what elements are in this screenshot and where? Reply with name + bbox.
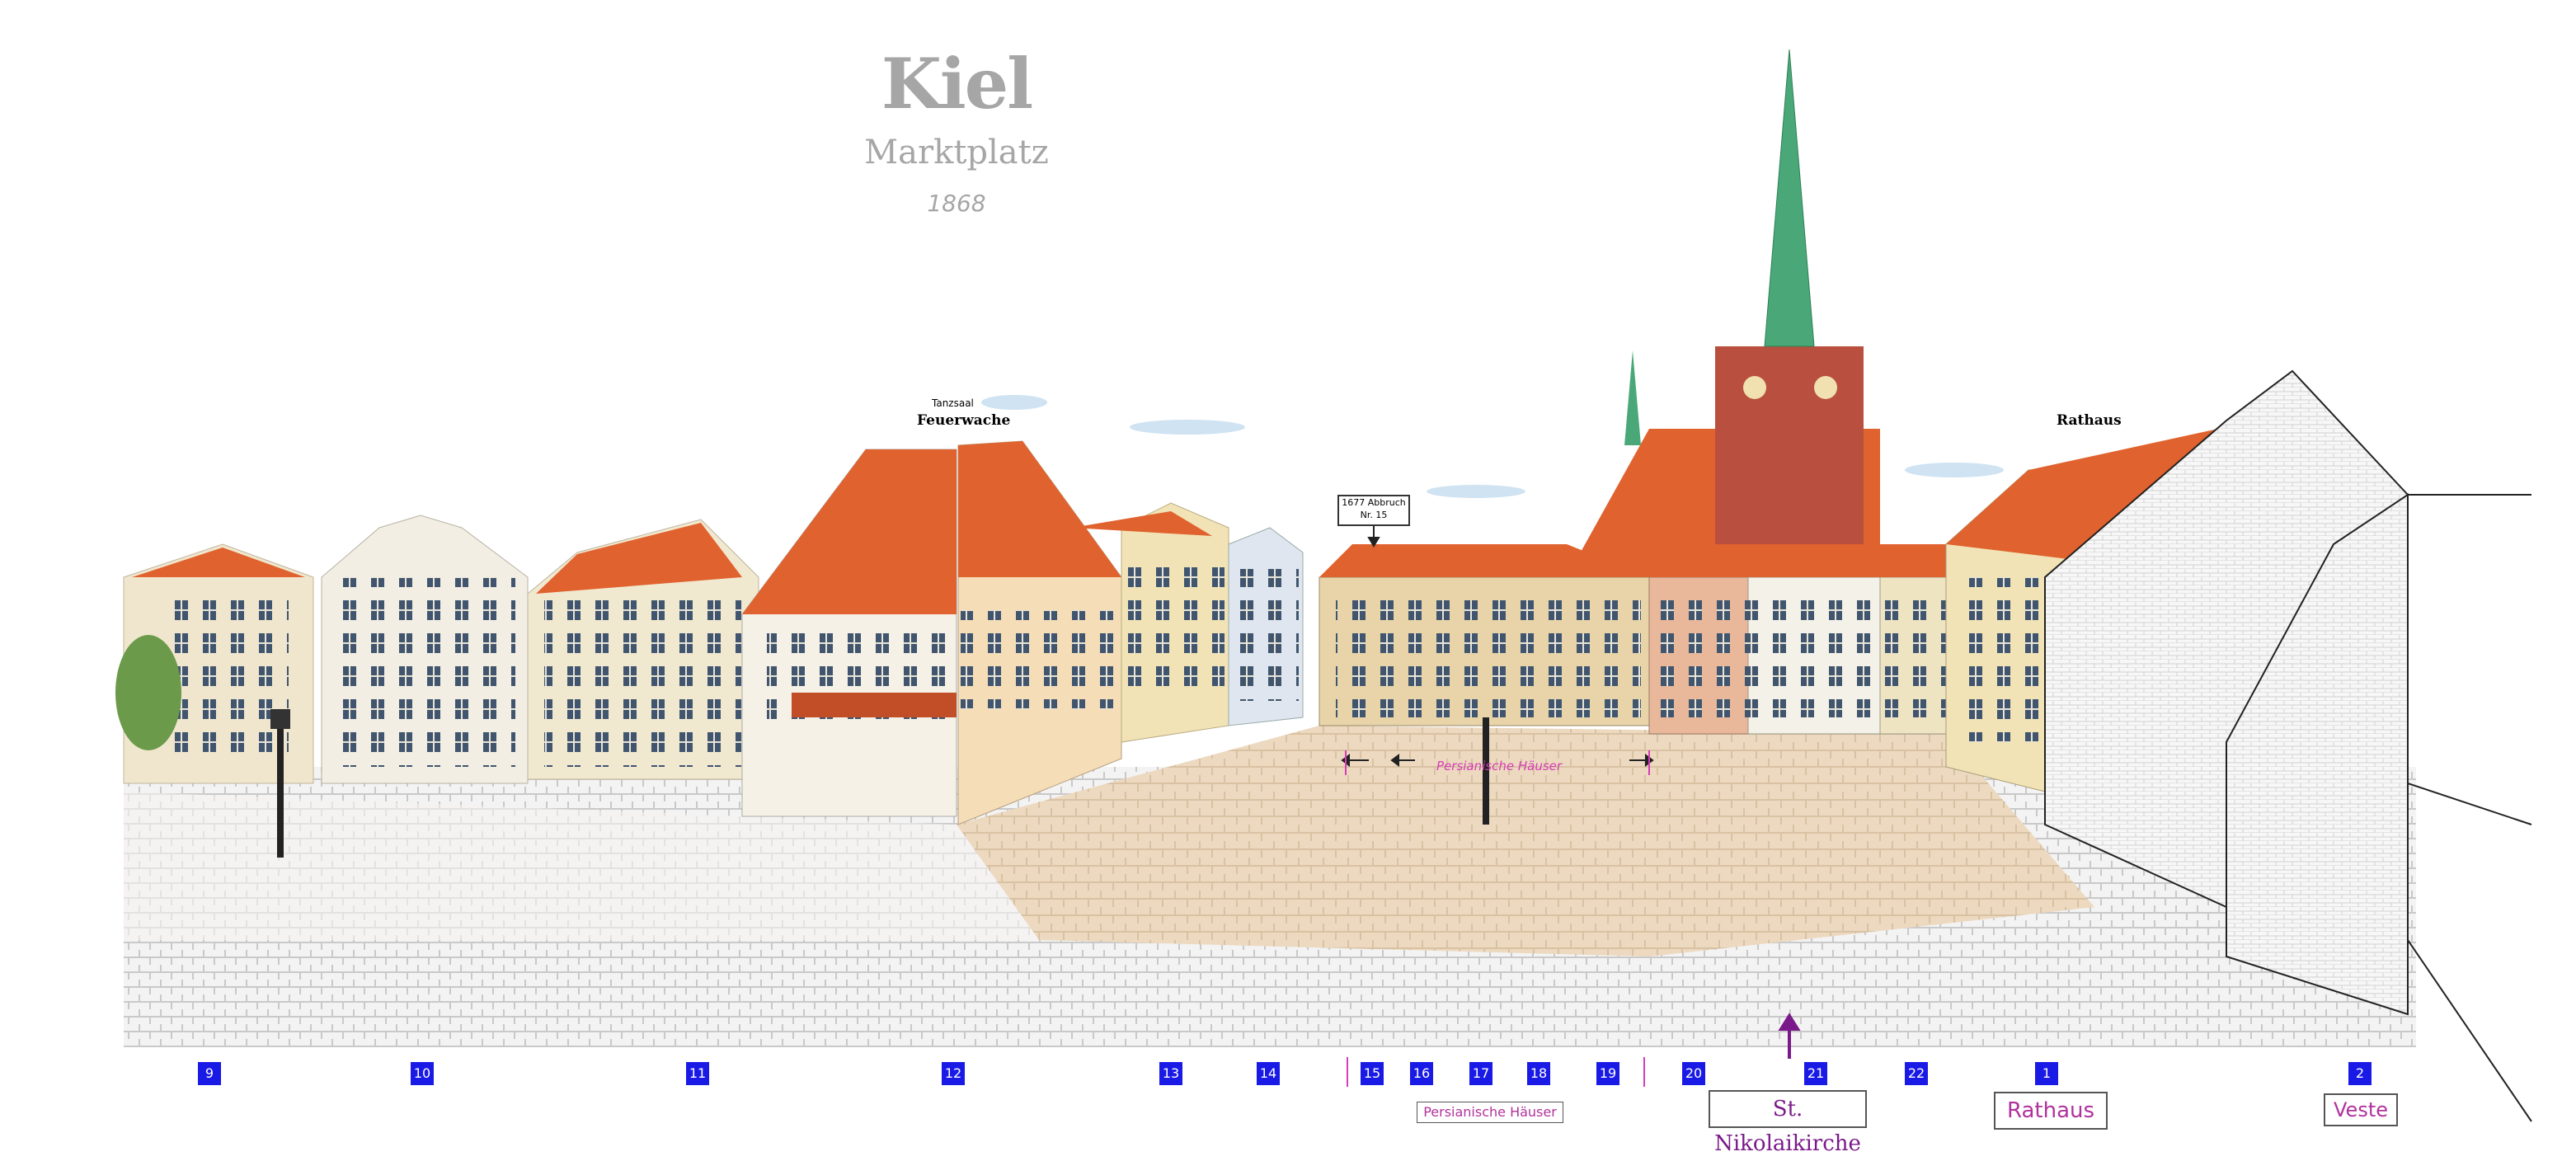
title-place: Marktplatz <box>864 134 1049 172</box>
number-badge-10: 10 <box>411 1062 434 1085</box>
number-badge-12: 12 <box>942 1062 965 1085</box>
title-year: 1868 <box>927 190 986 217</box>
label-feuerwache: Feuerwache <box>917 412 1011 429</box>
title-city: Kiel <box>881 43 1033 125</box>
label-tanzsaal: Tanzsaal <box>932 397 974 409</box>
abbruch-line-1: 1677 Abbruch <box>1342 497 1406 508</box>
number-badge-1: 1 <box>2035 1062 2058 1085</box>
number-badge-21: 21 <box>1804 1062 1827 1085</box>
number-badge-22: 22 <box>1905 1062 1928 1085</box>
number-badge-14: 14 <box>1257 1062 1280 1085</box>
persian-span-label: Persianische Häuser <box>1436 759 1563 773</box>
name-box-rathaus: Rathaus <box>1994 1092 2108 1130</box>
number-badge-16: 16 <box>1410 1062 1433 1085</box>
number-badge-2: 2 <box>2348 1062 2372 1085</box>
title-block: Kiel Marktplatz 1868 <box>825 43 1088 218</box>
label-rathaus-top: Rathaus <box>2057 412 2122 429</box>
number-badge-13: 13 <box>1159 1062 1182 1085</box>
name-box-nikolai: St. Nikolaikirche <box>1709 1090 1867 1156</box>
abbruch-line-2: Nr. 15 <box>1360 510 1388 520</box>
name-box-persian: Persianische Häuser <box>1417 1102 1563 1123</box>
number-badge-20: 20 <box>1682 1062 1705 1085</box>
number-badge-18: 18 <box>1527 1062 1550 1085</box>
number-badge-9: 9 <box>198 1062 221 1085</box>
buildings-middle <box>957 49 1963 825</box>
number-badge-11: 11 <box>686 1062 709 1085</box>
name-box-veste: Veste <box>2324 1093 2398 1126</box>
abbruch-note: 1677 Abbruch Nr. 15 <box>1337 495 1410 526</box>
number-badge-19: 19 <box>1596 1062 1619 1085</box>
number-badge-15: 15 <box>1361 1062 1384 1085</box>
marketplace-illustration <box>115 49 2532 1122</box>
number-badge-17: 17 <box>1469 1062 1492 1085</box>
